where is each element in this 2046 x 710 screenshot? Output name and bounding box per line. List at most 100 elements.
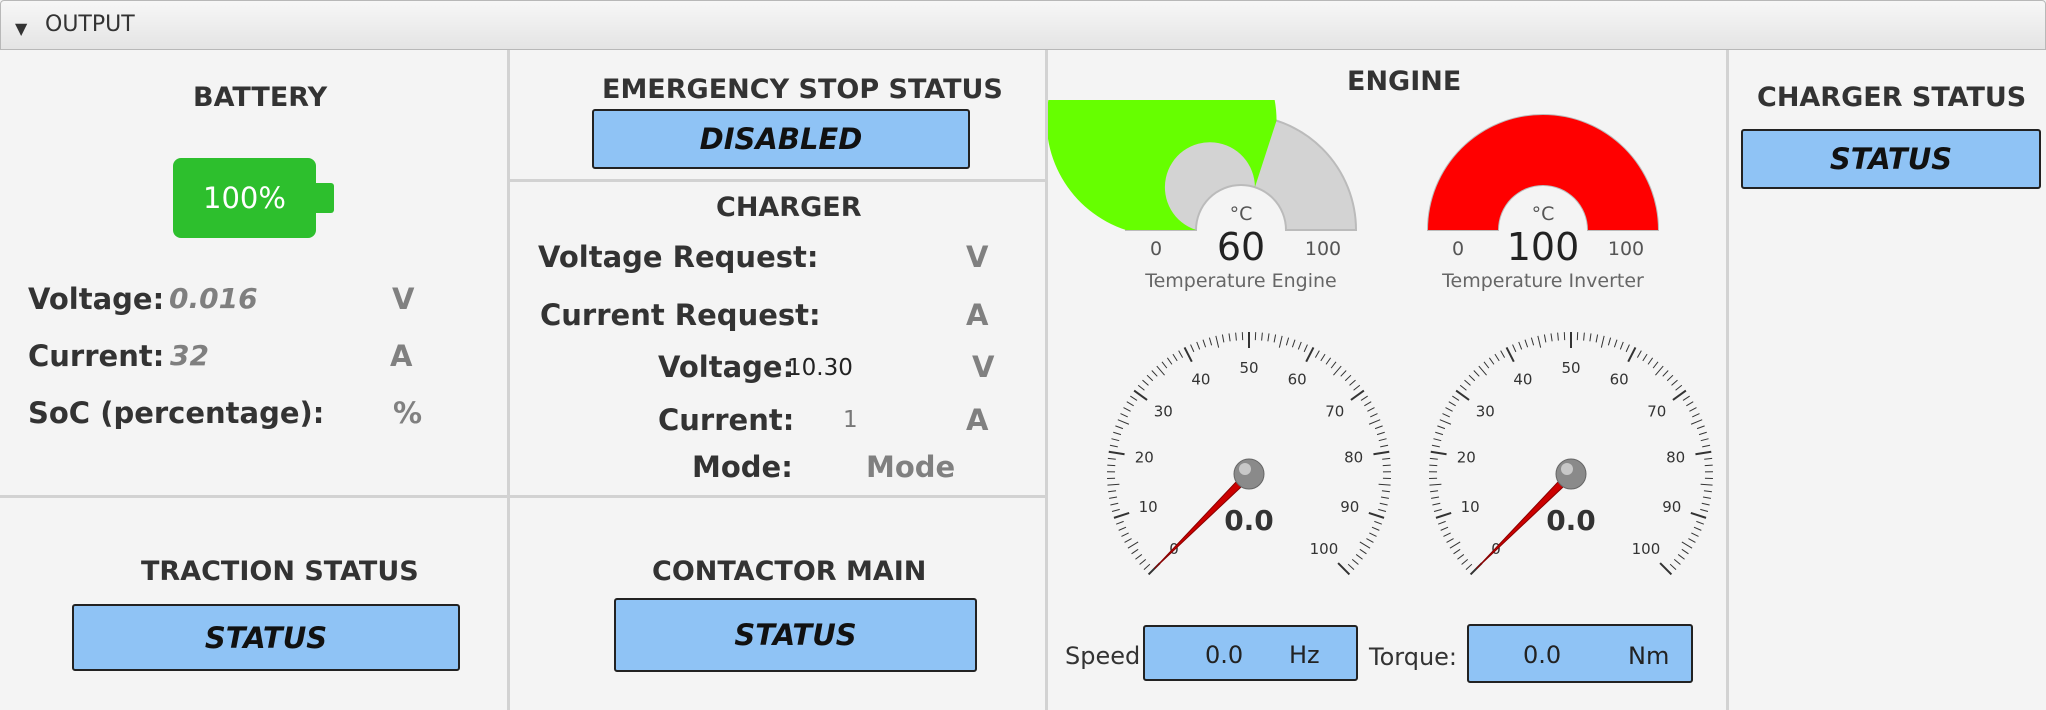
temp-engine-unit: °C [1230, 203, 1253, 225]
dial-tick-label: 50 [1561, 359, 1580, 377]
dial-tick [1139, 559, 1147, 565]
speed-value: 0.0 [1205, 641, 1244, 669]
dial-tick [1350, 389, 1365, 401]
dial-tick [1137, 384, 1145, 391]
dial-tick [1550, 333, 1553, 342]
dial-tick [1437, 425, 1446, 430]
traction-title: TRACTION STATUS [141, 556, 419, 587]
dial-tick [1704, 464, 1713, 467]
dial-tick [1488, 357, 1495, 365]
dial-tick [1429, 464, 1438, 467]
dial-tick [1111, 508, 1120, 512]
dial-tick [1381, 490, 1390, 493]
dial-tick-label: 10 [1461, 498, 1480, 516]
dial-tick [1659, 562, 1673, 576]
battery-voltage-value: 0.016 [169, 282, 258, 315]
dial-tick [1673, 559, 1681, 565]
charger-current-value: 1 [843, 407, 858, 433]
dial-tick [1133, 389, 1148, 401]
dial-tick [1483, 361, 1490, 369]
torque-value: 0.0 [1523, 641, 1562, 669]
output-panel-header[interactable]: ▼ OUTPUT [0, 0, 2046, 50]
dial-tick [1666, 374, 1674, 382]
dial-tick [1113, 511, 1130, 519]
dial-tick [1443, 532, 1451, 537]
dial-tick-label: 60 [1610, 371, 1629, 389]
dial-tick [1267, 333, 1270, 342]
dial-tick [1115, 520, 1124, 525]
dial-tick [1671, 379, 1678, 386]
dial-tick-label: 40 [1191, 371, 1210, 389]
divider [0, 495, 1047, 498]
dial-tick [1619, 341, 1624, 350]
dial-tick [1376, 431, 1385, 436]
dial-tick [1110, 502, 1119, 506]
dial-tick [1607, 337, 1612, 346]
dial-tick-label: 80 [1344, 448, 1363, 466]
dial-tick [1693, 526, 1702, 531]
divider [1726, 50, 1729, 710]
dial-tick [1690, 511, 1707, 519]
dial-tick-label: 10 [1139, 498, 1158, 516]
traction-status-button[interactable]: STATUS [72, 604, 460, 671]
speed-field[interactable]: 0.0 Hz [1143, 625, 1358, 681]
dial-tick [1512, 344, 1517, 353]
dial-tick [1647, 357, 1654, 365]
contactor-status-button[interactable]: STATUS [614, 598, 977, 672]
dial-tick [1371, 526, 1380, 531]
dial-tick [1439, 419, 1452, 425]
dial-tick [1430, 450, 1447, 456]
battery-soc-unit: % [393, 396, 423, 430]
charger-voltage-unit: V [972, 350, 995, 384]
dial-tick [1156, 365, 1165, 376]
dial-tick [1446, 538, 1454, 543]
dial-tick [1478, 365, 1487, 376]
dial-tick [1113, 431, 1122, 436]
torque-dial: 0102030405060708090100 [1429, 332, 1713, 576]
charger-status-button[interactable]: STATUS [1741, 129, 2041, 189]
dial-tick [1455, 389, 1470, 401]
dial-tick [1655, 365, 1664, 376]
dial-tick [1351, 559, 1359, 565]
dial-tick [1473, 370, 1480, 377]
dial-tick [1366, 538, 1374, 543]
dial-tick [1374, 520, 1383, 525]
dial-tick-label: 70 [1325, 403, 1344, 421]
dial-tick [1190, 344, 1195, 353]
dial-tick [1333, 365, 1342, 376]
dial-tick [1435, 431, 1444, 436]
dial-tick [1166, 357, 1173, 365]
dial-tick [1690, 419, 1703, 425]
dial-tick-label: 40 [1513, 371, 1532, 389]
dial-tick [1161, 361, 1168, 369]
collapse-triangle-icon[interactable]: ▼ [15, 19, 27, 38]
dial-tick [1368, 511, 1385, 519]
dial-tick-label: 90 [1662, 498, 1681, 516]
dial-tick [1127, 541, 1139, 549]
dial-tick [1696, 425, 1705, 430]
dial-tick [1703, 490, 1712, 493]
dial-tick [1151, 370, 1158, 377]
dial-tick [1557, 332, 1559, 341]
dial-tick [1642, 353, 1648, 362]
dial-tick [1457, 554, 1465, 560]
dial-tick [1349, 379, 1356, 386]
dial-tick [1429, 483, 1442, 486]
charger-title: CHARGER [716, 192, 862, 223]
dial-tick [1464, 379, 1471, 386]
dial-tick [1625, 344, 1630, 353]
dial-tick [1453, 548, 1461, 555]
dial-tick [1278, 335, 1283, 348]
emergency-stop-status-button[interactable]: DISABLED [592, 109, 970, 169]
dial-tick [1380, 444, 1389, 448]
dial-hub [1233, 458, 1265, 490]
dial-tick [1700, 508, 1709, 512]
dial-tick [1459, 384, 1467, 391]
dial-tick-label: 80 [1666, 448, 1685, 466]
emergency-stop-title: EMERGENCY STOP STATUS [602, 74, 1003, 105]
dial-tick [1689, 407, 1697, 412]
battery-current-label: Current: [28, 339, 165, 373]
dial-tick [1700, 438, 1709, 442]
dial-tick [1364, 401, 1372, 407]
torque-field[interactable]: 0.0 Nm [1467, 624, 1693, 683]
